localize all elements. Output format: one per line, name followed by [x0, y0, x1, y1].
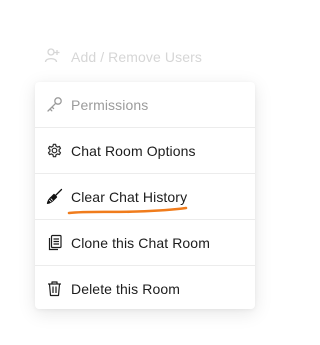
menu-item-label: Permissions	[71, 96, 149, 113]
menu-item-chat-room-options[interactable]: Chat Room Options	[35, 128, 255, 173]
menu-item-delete-room[interactable]: Delete this Room	[35, 266, 255, 311]
ghost-item-label: Add / Remove Users	[71, 49, 202, 65]
gear-icon	[46, 142, 63, 159]
highlight-underline	[67, 206, 188, 214]
broom-icon	[46, 188, 63, 205]
menu-item-clear-chat-history[interactable]: Clear Chat History	[35, 174, 255, 219]
menu-item-label: Chat Room Options	[71, 142, 196, 159]
menu-item-label: Clear Chat History	[71, 188, 188, 205]
copy-icon	[46, 234, 63, 251]
menu-item-label: Clone this Chat Room	[71, 234, 210, 251]
trash-icon	[46, 280, 63, 297]
page: Add / Remove Users Permissions Chat Room	[0, 0, 290, 345]
menu-item-permissions[interactable]: Permissions	[35, 82, 255, 127]
ghost-menu-item-add-remove-users: Add / Remove Users	[44, 47, 202, 67]
context-menu: Permissions Chat Room Options Clear Chat…	[35, 82, 255, 309]
highlighted-label-wrap: Clear Chat History	[67, 188, 188, 214]
user-add-icon	[44, 47, 61, 67]
key-icon	[46, 96, 63, 113]
menu-item-clone-chat-room[interactable]: Clone this Chat Room	[35, 220, 255, 265]
menu-item-label: Delete this Room	[71, 280, 180, 297]
